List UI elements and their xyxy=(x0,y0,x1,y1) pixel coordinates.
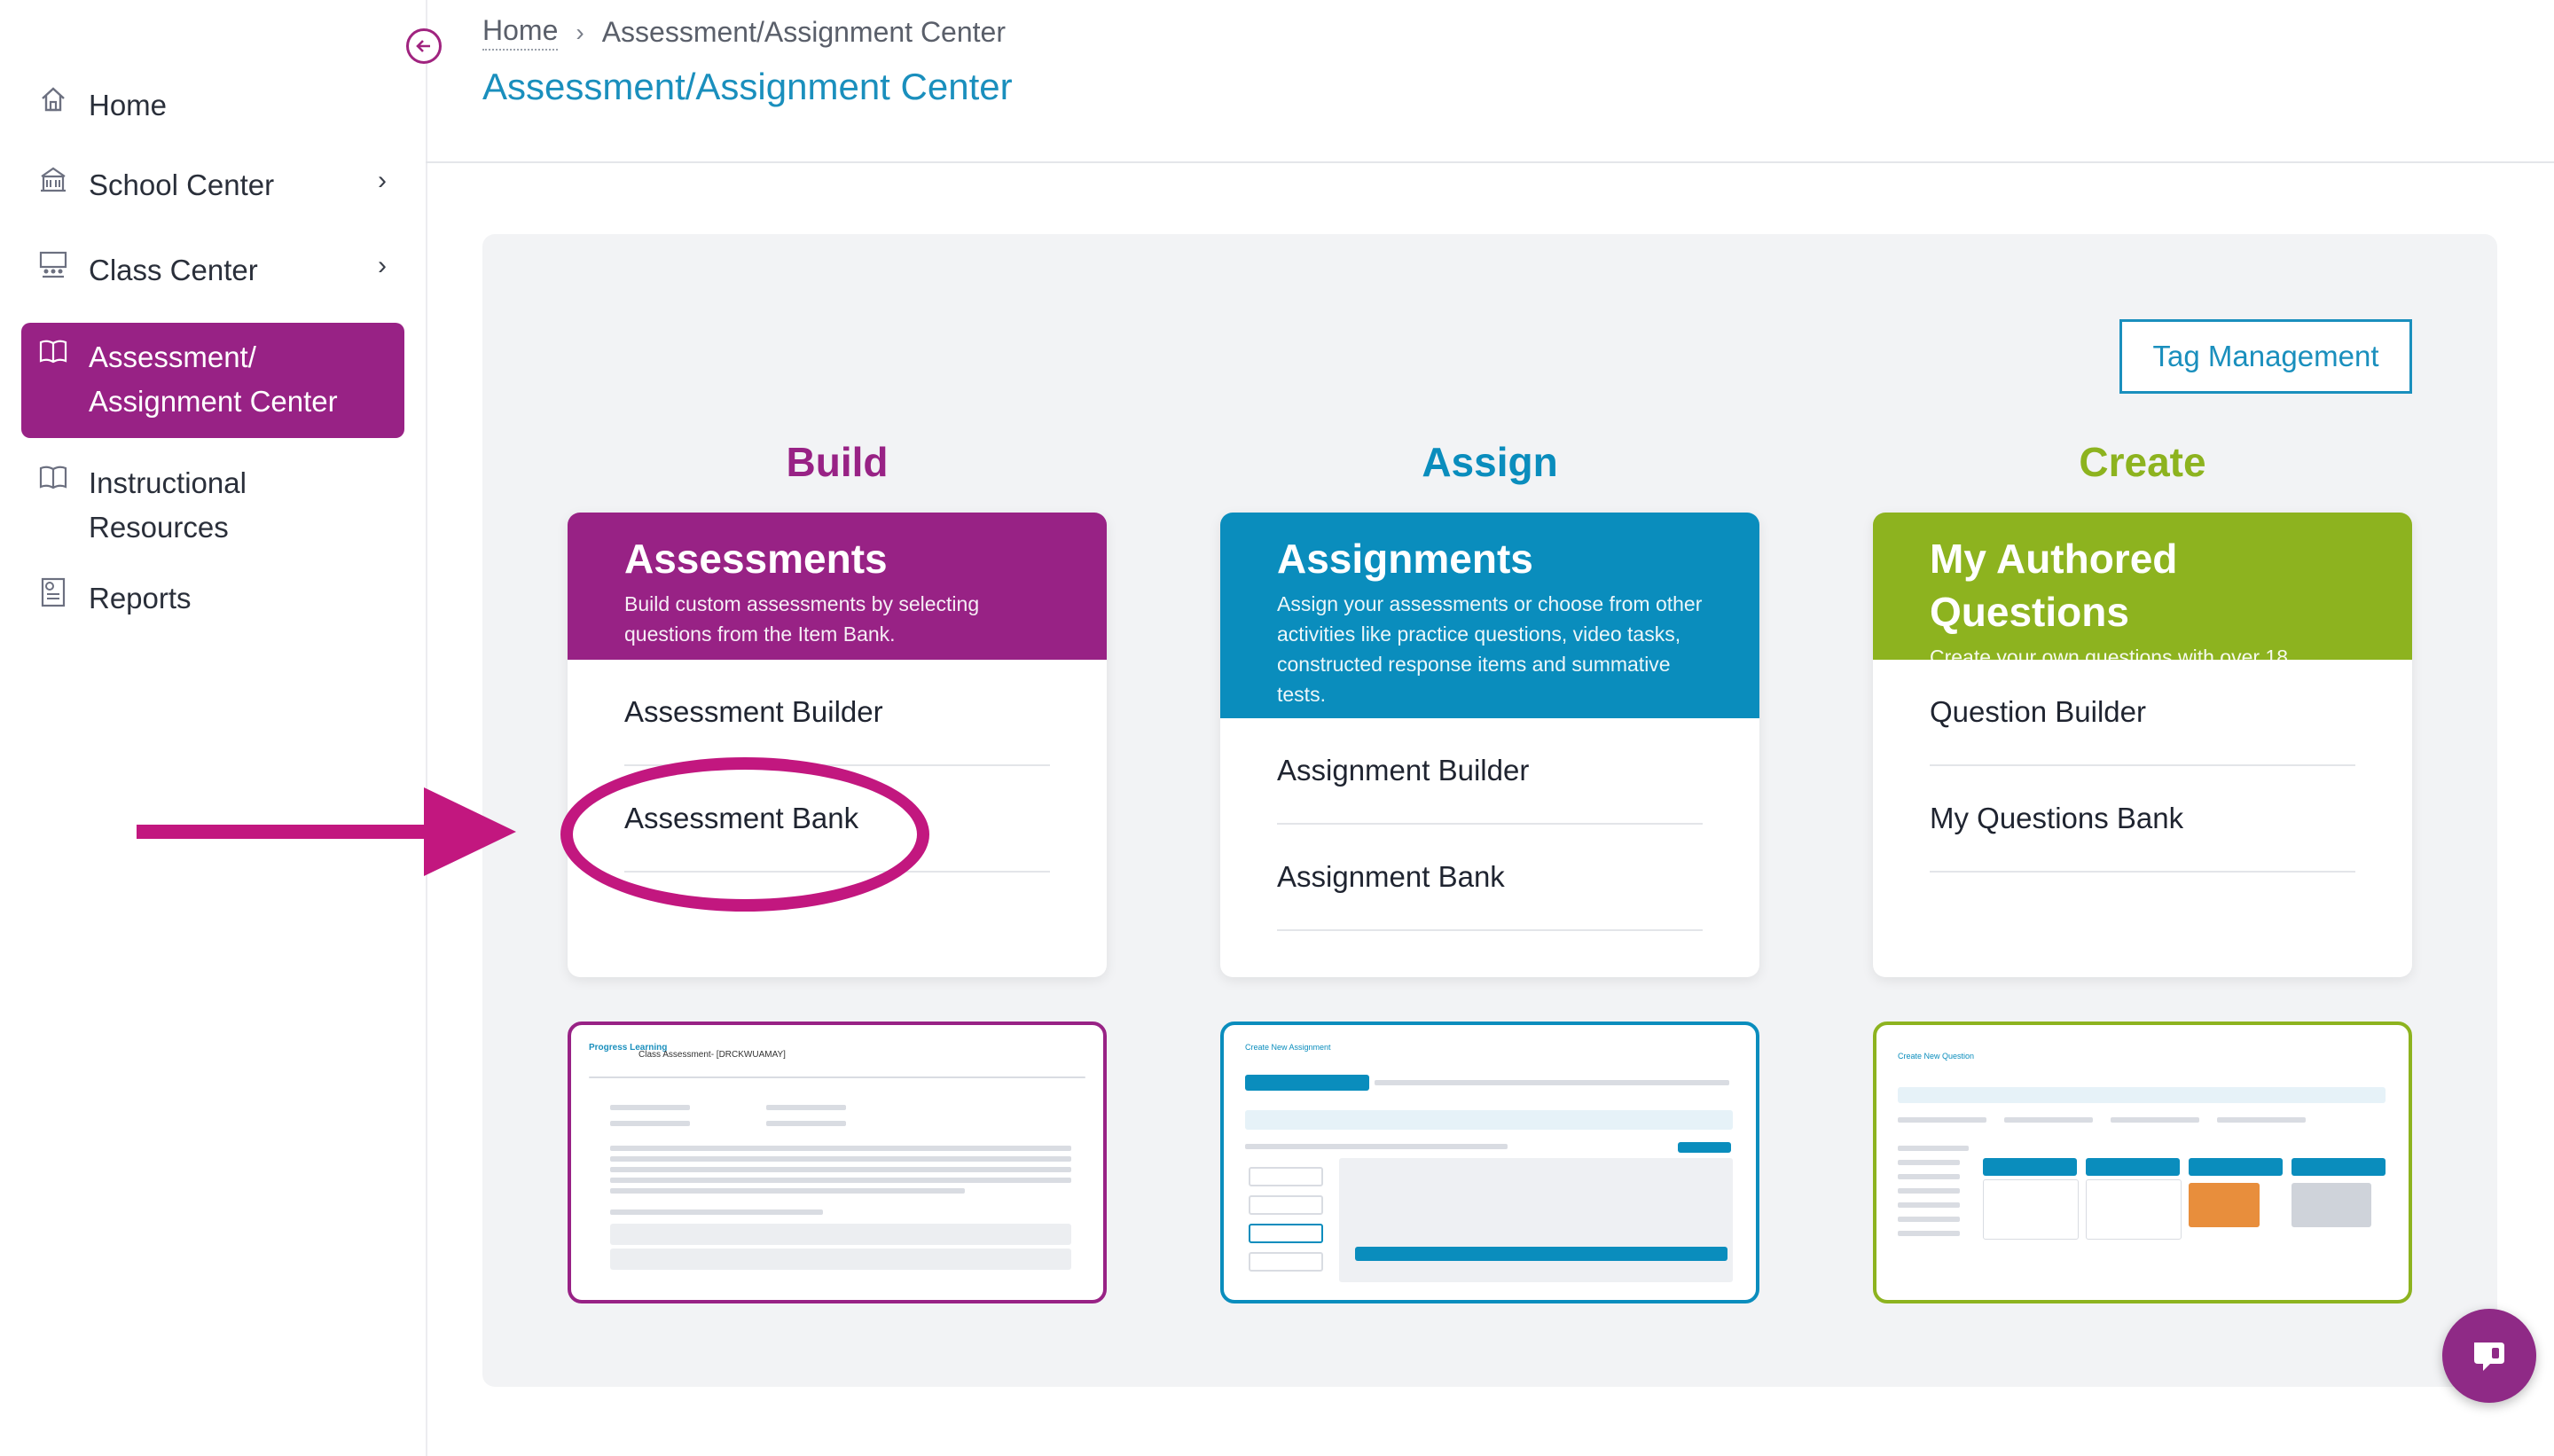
card-description: Assign your assessments or choose from o… xyxy=(1277,592,1703,706)
annotation-arrow-head xyxy=(424,787,516,876)
sidebar: Home School Center › Class Center › Asse… xyxy=(0,0,427,1456)
thumbnail-title: Class Assessment- [DRCKWUAMAY] xyxy=(638,1050,786,1060)
assessments-card-header: Assessments Build custom assessments by … xyxy=(568,513,1107,660)
build-preview-thumbnail[interactable]: Progress Learning Class Assessment- [DRC… xyxy=(568,1022,1107,1303)
sidebar-item-school-center[interactable]: School Center › xyxy=(21,163,404,216)
sidebar-item-class-center[interactable]: Class Center › xyxy=(21,248,404,301)
assign-heading: Assign xyxy=(1422,439,1558,485)
card-title: Assessments xyxy=(624,536,888,582)
thumbnail-title: Create New Assignment xyxy=(1245,1043,1331,1052)
sidebar-item-label: Assessment/ Assignment Center xyxy=(89,335,338,424)
sidebar-item-label: Class Center xyxy=(89,254,258,286)
book-open-icon xyxy=(35,333,71,369)
build-heading: Build xyxy=(786,439,889,485)
sidebar-item-label-line1: Instructional xyxy=(89,466,247,499)
page-title: Assessment/Assignment Center xyxy=(482,66,1013,107)
chevron-right-icon: › xyxy=(378,166,387,195)
sidebar-item-label: Reports xyxy=(89,582,192,614)
book-icon xyxy=(35,459,71,495)
sidebar-item-label: School Center xyxy=(89,168,275,201)
classroom-icon xyxy=(35,247,71,282)
my-questions-bank-link[interactable]: My Questions Bank xyxy=(1930,766,2355,873)
create-preview-thumbnail[interactable]: Create New Question xyxy=(1873,1022,2412,1303)
arrow-left-circle-icon xyxy=(416,40,430,52)
sidebar-item-label-line2: Assignment Center xyxy=(89,385,338,418)
sidebar-item-label-line2: Resources xyxy=(89,511,229,544)
card-description: Build custom assessments by selecting qu… xyxy=(624,592,980,646)
chat-support-button[interactable] xyxy=(2442,1309,2536,1403)
question-builder-link[interactable]: Question Builder xyxy=(1930,660,2355,766)
sidebar-item-label: Instructional Resources xyxy=(89,461,247,550)
create-heading: Create xyxy=(2079,439,2206,485)
assignments-card: Assignments Assign your assessments or c… xyxy=(1220,513,1759,977)
tag-management-button[interactable]: Tag Management xyxy=(2119,319,2412,394)
breadcrumb-current: Assessment/Assignment Center xyxy=(601,16,1006,48)
assignments-card-header: Assignments Assign your assessments or c… xyxy=(1220,513,1759,718)
assignment-builder-link[interactable]: Assignment Builder xyxy=(1277,718,1703,825)
sidebar-item-label: Home xyxy=(89,89,168,121)
assign-preview-thumbnail[interactable]: Create New Assignment xyxy=(1220,1022,1759,1303)
annotation-arrow-shaft xyxy=(137,825,438,839)
sidebar-item-reports[interactable]: Reports xyxy=(21,576,404,630)
collapse-sidebar-button[interactable] xyxy=(406,28,442,64)
chevron-right-icon: › xyxy=(576,18,584,46)
chevron-right-icon: › xyxy=(378,251,387,280)
authored-questions-card-header: My Authored Questions Create your own qu… xyxy=(1873,513,2412,699)
breadcrumb: Home › Assessment/Assignment Center xyxy=(482,14,1006,51)
chat-support-icon xyxy=(2474,1342,2504,1371)
authored-questions-card: My Authored Questions Create your own qu… xyxy=(1873,513,2412,977)
report-icon xyxy=(35,575,71,610)
assignment-bank-link[interactable]: Assignment Bank xyxy=(1277,825,1703,931)
school-icon xyxy=(35,161,71,197)
card-title: My Authored Questions xyxy=(1930,536,2178,635)
sidebar-item-label-line1: Assessment/ xyxy=(89,341,256,373)
breadcrumb-home-link[interactable]: Home xyxy=(482,14,559,51)
sidebar-item-home[interactable]: Home xyxy=(21,83,404,137)
assessments-card: Assessments Build custom assessments by … xyxy=(568,513,1107,977)
thumbnail-title: Create New Question xyxy=(1898,1052,1975,1061)
header-divider xyxy=(426,161,2554,163)
assessment-builder-link[interactable]: Assessment Builder xyxy=(624,660,1050,766)
card-title: Assignments xyxy=(1277,536,1533,582)
home-icon xyxy=(35,82,71,117)
annotation-highlight-ellipse xyxy=(560,757,929,912)
sidebar-item-assessment-assignment-center[interactable]: Assessment/ Assignment Center xyxy=(21,323,404,438)
sidebar-item-instructional-resources[interactable]: Instructional Resources xyxy=(21,461,404,559)
